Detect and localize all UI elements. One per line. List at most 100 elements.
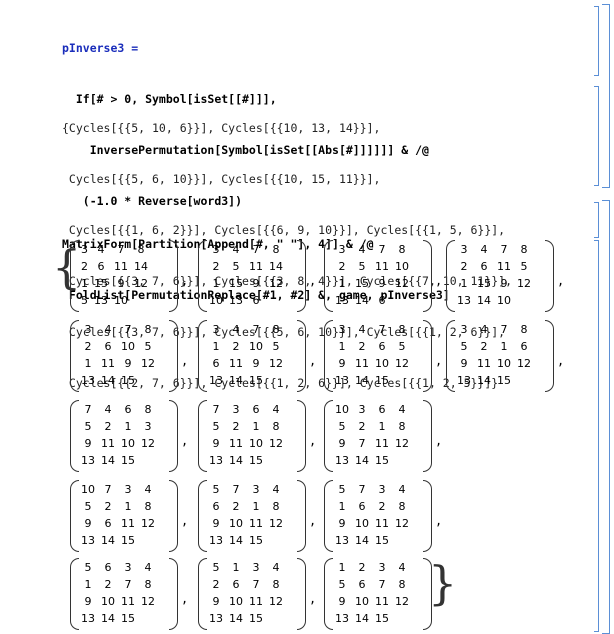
list-comma: ,	[309, 434, 317, 448]
matrix-cell: 10	[121, 437, 135, 450]
matrix-cell: 5	[144, 340, 152, 353]
matrix-right-paren	[297, 400, 306, 472]
matrix-cell: 13	[81, 612, 95, 625]
output-cell-bracket[interactable]	[594, 240, 599, 632]
matrix-cell: 10	[81, 483, 95, 496]
matrix-cell: 15	[121, 454, 135, 467]
matrix-cell: 13	[335, 612, 349, 625]
input-cell-bracket[interactable]	[594, 6, 599, 76]
matrix-form: 3 4 7 8 2 5 11 14 1 15 9 12 10 13 6	[198, 240, 306, 312]
matrix-cell: 8	[398, 243, 406, 256]
list-comma: ,	[309, 354, 317, 368]
matrix-row: 13 14 15	[206, 532, 286, 549]
matrix-row: 2 6 11 5	[454, 258, 534, 275]
matrix-cell: 11	[121, 517, 135, 530]
matrix-cell: 10	[209, 294, 223, 307]
matrix-cell: 13	[81, 534, 95, 547]
output-cell-bracket[interactable]	[594, 86, 599, 186]
matrix-cell: 6	[104, 561, 112, 574]
matrix-form: 5 7 3 4 1 6 2 8 9 10 11 12 13 14 15	[324, 480, 432, 552]
matrix-cell: 2	[232, 500, 240, 513]
matrix-row: 1628	[332, 498, 412, 515]
matrix-table: 3 4 7 8 2 5 11 14 1 15 9 12 10 13 6	[206, 241, 286, 309]
matrix-cell: 3	[338, 323, 346, 336]
matrix-cell: 11	[477, 357, 491, 370]
matrix-cell: 5	[358, 260, 366, 273]
matrix-cell: 9	[84, 595, 92, 608]
matrix-cell: 1	[212, 277, 220, 290]
input-cell-bracket[interactable]	[594, 202, 599, 238]
matrix-row: 2 5 11 10	[332, 258, 412, 275]
matrix-cell: 2	[378, 500, 386, 513]
matrix-form: 3 4 7 8 5 2 1 6 9 11 10 12 13 14 15	[446, 320, 554, 392]
matrix-row: 3478	[206, 241, 286, 258]
matrix-cell: 7	[378, 243, 386, 256]
matrix-cell: 6	[520, 340, 528, 353]
matrix-cell: 4	[272, 403, 280, 416]
matrix-cell: 3	[212, 243, 220, 256]
matrix-cell: 11	[249, 517, 263, 530]
matrix-cell	[392, 372, 412, 389]
matrix-cell: 15	[121, 612, 135, 625]
matrix-row: 3478	[454, 241, 534, 258]
matrix-cell: 4	[144, 483, 152, 496]
matrix-cell: 12	[141, 517, 155, 530]
matrix-cell: 1	[252, 420, 260, 433]
matrix-cell: 9	[124, 357, 132, 370]
matrix-cell: 11	[249, 260, 263, 273]
matrix-cell: 9	[338, 517, 346, 530]
matrix-cell: 13	[457, 374, 471, 387]
matrix-row: 9 7 11 12	[332, 435, 412, 452]
matrix-cell: 6	[480, 260, 488, 273]
cell-group-bracket[interactable]	[602, 200, 610, 634]
list-comma: ,	[309, 592, 317, 606]
matrix-right-paren	[297, 480, 306, 552]
matrix-table: 10 3 6 4 5 2 1 8 9 7 11 12 13 14 15	[332, 401, 412, 469]
matrix-cell: 1	[84, 578, 92, 591]
matrix-row: 13 14 10	[454, 292, 534, 309]
matrix-row: 13 14 15	[332, 532, 412, 549]
matrix-cell: 8	[272, 420, 280, 433]
matrix-cell: 12	[141, 357, 155, 370]
matrix-cell: 10	[335, 403, 349, 416]
matrix-cell: 3	[338, 243, 346, 256]
matrix-row: 1 11 9 12	[78, 355, 158, 372]
matrix-cell: 4	[480, 323, 488, 336]
matrix-right-paren	[297, 240, 306, 312]
matrix-right-paren	[169, 400, 178, 472]
list-comma: ,	[309, 274, 317, 288]
matrix-cell: 6	[104, 340, 112, 353]
matrix-cell: 10	[249, 340, 263, 353]
matrix-cell: 10	[114, 294, 128, 307]
matrix-cell: 12	[141, 437, 155, 450]
matrix-cell: 5	[338, 483, 346, 496]
matrix-cell	[392, 292, 412, 309]
matrix-cell: 5	[84, 500, 92, 513]
matrix-cell: 13	[209, 454, 223, 467]
cell-group-bracket[interactable]	[602, 4, 610, 188]
matrix-cell: 5	[81, 294, 88, 307]
matrix-cell: 15	[249, 534, 263, 547]
matrix-right-paren	[169, 480, 178, 552]
matrix-right-paren	[423, 240, 432, 312]
matrix-form: 3 4 7 8 2 6 11 5 1 15 9 12 13 14 10	[446, 240, 554, 312]
matrix-cell: 6	[358, 500, 366, 513]
matrix-cell: 13	[209, 534, 223, 547]
matrix-form: 5 7 3 4 6 2 1 8 9 10 11 12 13 14 15	[198, 480, 306, 552]
matrix-cell: 11	[497, 260, 511, 273]
matrix-table: 3 4 7 8 5 2 1 6 9 11 10 12 13 14 15	[454, 321, 534, 389]
matrix-cell: 2	[338, 260, 346, 273]
matrix-row: 13 14 15	[206, 452, 286, 469]
matrix-cell: 8	[398, 420, 406, 433]
matrix-cell: 10	[101, 595, 115, 608]
matrix-row: 13 14 15	[206, 610, 286, 627]
matrix-cell: 3	[252, 483, 260, 496]
matrix-cell	[392, 532, 412, 549]
matrix-cell: 10	[229, 517, 243, 530]
matrix-cell: 1	[500, 340, 508, 353]
matrix-cell: 1	[212, 340, 220, 353]
matrix-row: 7364	[206, 401, 286, 418]
matrix-cell: 14	[101, 612, 115, 625]
matrix-cell: 8	[272, 500, 280, 513]
matrix-cell: 6	[212, 500, 220, 513]
